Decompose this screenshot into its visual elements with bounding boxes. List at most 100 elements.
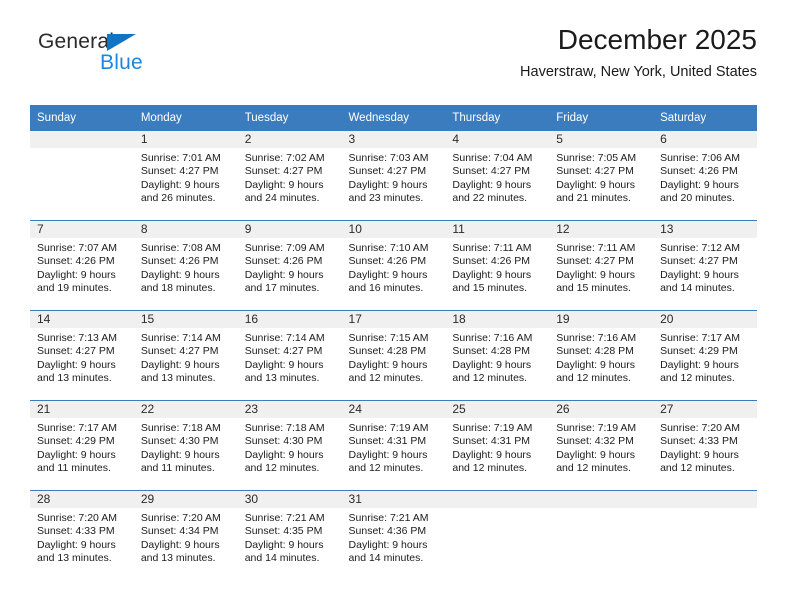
calendar-cell [549, 490, 654, 580]
calendar-cell: 13 Sunrise: 7:12 AM Sunset: 4:27 PM Dayligh… [653, 220, 757, 311]
day-number: 24 [341, 401, 446, 418]
calendar-cell: 5 Sunrise: 7:05 AM Sunset: 4:27 PM Daylight… [549, 131, 654, 221]
day-cell[interactable]: 13 Sunrise: 7:12 AM Sunset: 4:27 PM Dayligh… [653, 221, 757, 310]
day-cell[interactable]: 10 Sunrise: 7:10 AM Sunset: 4:26 PM Dayligh… [341, 221, 446, 310]
day-cell[interactable]: 25 Sunrise: 7:19 AM Sunset: 4:31 PM Dayligh… [445, 401, 550, 490]
weekday-header-wednesday: Wednesday [341, 105, 446, 131]
day-cell[interactable]: 23 Sunrise: 7:18 AM Sunset: 4:30 PM Dayligh… [237, 401, 342, 490]
day-detail-daylight-line1: Daylight: 9 hours [37, 268, 116, 281]
day-number: 3 [341, 131, 446, 148]
day-detail-sunrise: Sunrise: 7:19 AM [452, 422, 533, 434]
day-detail-sunset: Sunset: 4:26 PM [37, 255, 115, 268]
day-cell[interactable]: 29 Sunrise: 7:20 AM Sunset: 4:34 PM Dayligh… [133, 491, 238, 580]
day-cell[interactable]: 19 Sunrise: 7:16 AM Sunset: 4:28 PM Dayligh… [549, 311, 654, 400]
day-cell[interactable]: 11 Sunrise: 7:11 AM Sunset: 4:26 PM Dayligh… [445, 221, 550, 310]
day-details: Sunrise: 7:16 AM Sunset: 4:28 PM Daylight:… [445, 328, 549, 386]
day-cell[interactable]: 16 Sunrise: 7:14 AM Sunset: 4:27 PM Dayligh… [237, 311, 342, 400]
day-detail-daylight-line2: and 20 minutes. [660, 192, 735, 205]
day-detail-sunrise: Sunrise: 7:19 AM [556, 422, 637, 434]
day-detail-sunrise: Sunrise: 7:15 AM [348, 332, 429, 344]
day-details: Sunrise: 7:17 AM Sunset: 4:29 PM Daylight:… [653, 328, 757, 386]
day-detail-sunrise: Sunrise: 7:01 AM [140, 152, 221, 164]
day-cell[interactable]: 21 Sunrise: 7:17 AM Sunset: 4:29 PM Dayligh… [30, 401, 134, 490]
day-cell[interactable]: 5 Sunrise: 7:05 AM Sunset: 4:27 PM Daylight… [549, 131, 654, 220]
page-title: December 2025 [557, 24, 757, 55]
calendar-cell [445, 490, 550, 580]
weekday-header-saturday: Saturday [653, 105, 757, 131]
day-detail-daylight-line1: Daylight: 9 hours [348, 448, 428, 461]
day-cell[interactable]: 24 Sunrise: 7:19 AM Sunset: 4:31 PM Dayligh… [341, 401, 446, 490]
day-detail-sunrise: Sunrise: 7:08 AM [140, 242, 221, 254]
day-detail-sunset: Sunset: 4:31 PM [452, 435, 531, 448]
day-detail-daylight-line1: Daylight: 9 hours [660, 178, 739, 191]
day-cell[interactable]: 28 Sunrise: 7:20 AM Sunset: 4:33 PM Dayligh… [30, 491, 134, 580]
day-detail-sunrise: Sunrise: 7:11 AM [452, 242, 532, 254]
day-details: Sunrise: 7:21 AM Sunset: 4:36 PM Daylight:… [342, 508, 446, 566]
day-cell[interactable]: 7 Sunrise: 7:07 AM Sunset: 4:26 PM Daylight… [30, 221, 134, 310]
day-cell[interactable]: 12 Sunrise: 7:11 AM Sunset: 4:27 PM Dayligh… [549, 221, 654, 310]
calendar-week-row: 7 Sunrise: 7:07 AM Sunset: 4:26 PM Daylight… [30, 220, 757, 311]
day-detail-daylight-line1: Daylight: 9 hours [244, 358, 324, 371]
day-cell[interactable]: 15 Sunrise: 7:14 AM Sunset: 4:27 PM Dayligh… [133, 311, 238, 400]
day-cell[interactable]: 31 Sunrise: 7:21 AM Sunset: 4:36 PM Dayligh… [341, 491, 446, 580]
day-number: 18 [445, 311, 550, 328]
day-detail-daylight-line2: and 18 minutes. [140, 282, 216, 295]
day-detail-sunrise: Sunrise: 7:05 AM [556, 152, 637, 164]
day-details: Sunrise: 7:16 AM Sunset: 4:28 PM Daylight:… [549, 328, 653, 386]
day-cell[interactable]: 27 Sunrise: 7:20 AM Sunset: 4:33 PM Dayligh… [653, 401, 757, 490]
day-detail-sunset: Sunset: 4:27 PM [37, 345, 115, 358]
calendar-cell: 26 Sunrise: 7:19 AM Sunset: 4:32 PM Dayligh… [549, 400, 654, 491]
day-detail-sunset: Sunset: 4:33 PM [660, 435, 738, 448]
calendar-cell: 27 Sunrise: 7:20 AM Sunset: 4:33 PM Dayligh… [653, 400, 757, 491]
day-cell[interactable]: 6 Sunrise: 7:06 AM Sunset: 4:26 PM Daylight… [653, 131, 757, 220]
day-detail-sunset: Sunset: 4:26 PM [452, 255, 531, 268]
day-details: Sunrise: 7:01 AM Sunset: 4:27 PM Daylight:… [134, 148, 238, 206]
day-cell[interactable]: 9 Sunrise: 7:09 AM Sunset: 4:26 PM Daylight… [237, 221, 342, 310]
page-subtitle: Haverstraw, New York, United States [520, 64, 757, 80]
day-cell[interactable]: 14 Sunrise: 7:13 AM Sunset: 4:27 PM Dayligh… [30, 311, 134, 400]
day-detail-daylight-line2: and 13 minutes. [37, 372, 112, 385]
day-number [549, 491, 654, 508]
day-cell[interactable]: 2 Sunrise: 7:02 AM Sunset: 4:27 PM Daylight… [237, 131, 342, 220]
day-detail-daylight-line1: Daylight: 9 hours [452, 448, 532, 461]
day-detail-daylight-line1: Daylight: 9 hours [452, 178, 532, 191]
day-detail-daylight-line1: Daylight: 9 hours [244, 448, 324, 461]
calendar-cell: 12 Sunrise: 7:11 AM Sunset: 4:27 PM Dayligh… [549, 220, 654, 311]
day-cell[interactable]: 22 Sunrise: 7:18 AM Sunset: 4:30 PM Dayligh… [133, 401, 238, 490]
day-cell[interactable]: 30 Sunrise: 7:21 AM Sunset: 4:35 PM Dayligh… [237, 491, 342, 580]
day-number: 28 [30, 491, 134, 508]
day-detail-daylight-line1: Daylight: 9 hours [140, 448, 220, 461]
day-detail-sunset: Sunset: 4:26 PM [140, 255, 219, 268]
day-cell[interactable]: 17 Sunrise: 7:15 AM Sunset: 4:28 PM Dayligh… [341, 311, 446, 400]
page-header: General Blue December 2025 Haverstraw, N… [30, 22, 757, 94]
day-detail-daylight-line2: and 21 minutes. [556, 192, 631, 205]
day-cell[interactable]: 20 Sunrise: 7:17 AM Sunset: 4:29 PM Dayligh… [653, 311, 757, 400]
calendar-week-row: 28 Sunrise: 7:20 AM Sunset: 4:33 PM Dayligh… [30, 490, 757, 580]
day-number: 31 [341, 491, 446, 508]
day-detail-daylight-line1: Daylight: 9 hours [37, 448, 116, 461]
calendar-cell: 25 Sunrise: 7:19 AM Sunset: 4:31 PM Dayligh… [445, 400, 550, 491]
calendar-cell: 6 Sunrise: 7:06 AM Sunset: 4:26 PM Daylight… [653, 131, 757, 221]
day-number: 29 [133, 491, 238, 508]
day-cell-empty [549, 491, 654, 580]
day-number [653, 491, 757, 508]
generalblue-logo[interactable]: General Blue [38, 30, 218, 86]
day-detail-daylight-line2: and 15 minutes. [556, 282, 631, 295]
calendar-cell [30, 131, 134, 221]
day-cell[interactable]: 4 Sunrise: 7:04 AM Sunset: 4:27 PM Daylight… [445, 131, 550, 220]
day-cell[interactable]: 1 Sunrise: 7:01 AM Sunset: 4:27 PM Daylight… [133, 131, 238, 220]
day-number: 6 [653, 131, 757, 148]
day-detail-daylight-line1: Daylight: 9 hours [140, 268, 220, 281]
day-number: 17 [341, 311, 446, 328]
day-cell[interactable]: 18 Sunrise: 7:16 AM Sunset: 4:28 PM Dayligh… [445, 311, 550, 400]
day-cell[interactable]: 8 Sunrise: 7:08 AM Sunset: 4:26 PM Daylight… [133, 221, 238, 310]
day-details: Sunrise: 7:14 AM Sunset: 4:27 PM Daylight:… [134, 328, 238, 386]
day-cell[interactable]: 3 Sunrise: 7:03 AM Sunset: 4:27 PM Daylight… [341, 131, 446, 220]
day-detail-daylight-line2: and 12 minutes. [660, 462, 735, 475]
day-number: 1 [133, 131, 238, 148]
day-cell[interactable]: 26 Sunrise: 7:19 AM Sunset: 4:32 PM Dayligh… [549, 401, 654, 490]
calendar-cell: 15 Sunrise: 7:14 AM Sunset: 4:27 PM Dayligh… [133, 310, 238, 401]
calendar-page: General Blue December 2025 Haverstraw, N… [0, 0, 792, 612]
day-detail-daylight-line2: and 13 minutes. [140, 372, 216, 385]
calendar-cell: 4 Sunrise: 7:04 AM Sunset: 4:27 PM Daylight… [445, 131, 550, 221]
